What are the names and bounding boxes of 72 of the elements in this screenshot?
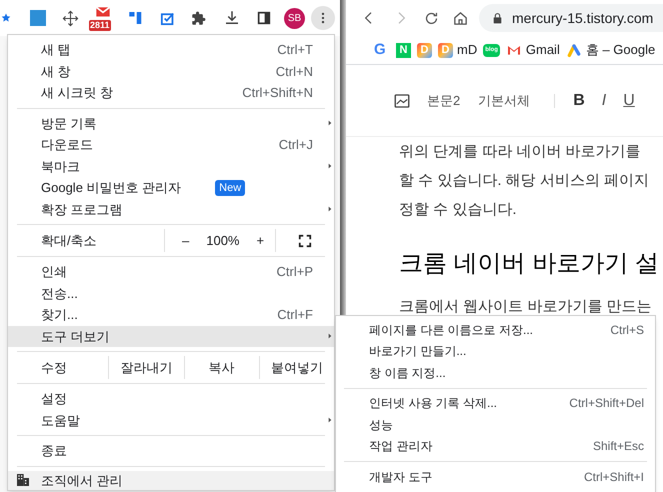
menu-item[interactable]: 페이지를 다른 이름으로 저장... Ctrl+S (336, 319, 655, 340)
shortcut-text: Ctrl+F (277, 306, 313, 324)
bookmark-item[interactable]: G (374, 38, 390, 62)
managed-text: 조직에서 관리 (41, 472, 123, 490)
lock-icon (491, 12, 504, 24)
format-button[interactable]: U (623, 88, 635, 112)
section-heading: 크롬 네이버 바로가기 설 (399, 249, 660, 279)
move-icon[interactable] (62, 10, 79, 26)
menu-item[interactable]: 설정 (8, 388, 334, 410)
shortcut-text: Ctrl+J (278, 136, 313, 154)
menu-item[interactable]: 새 창 Ctrl+N (8, 60, 334, 82)
menu-item[interactable]: 종료 (8, 440, 334, 462)
side-panel-icon[interactable] (256, 10, 272, 26)
download-icon[interactable] (223, 9, 241, 27)
shortcut-text: Ctrl+S (610, 322, 644, 339)
more-menu-button[interactable] (311, 6, 335, 30)
menu-item[interactable]: 새 시크릿 창 Ctrl+Shift+N (8, 82, 334, 104)
font-dropdown[interactable]: 기본서체 (478, 90, 530, 110)
shortcut-text: Shift+Esc (592, 438, 644, 456)
shortcut-text: Ctrl+Shift+N (242, 84, 313, 102)
shortcut-text: Ctrl+P (276, 263, 313, 281)
zoom-level-text: 100% (206, 232, 240, 250)
address-bar[interactable]: mercury-15.tistory.com (479, 4, 663, 32)
mail-count-badge: 2811 (89, 20, 111, 31)
edit-action-button[interactable]: 잘라내기 (108, 356, 184, 379)
menu-item[interactable]: 도구 더보기 (8, 326, 334, 347)
menu-item[interactable]: 전송... (8, 282, 334, 304)
paragraph-style-dropdown[interactable]: 본문2 (427, 90, 460, 110)
menu-item[interactable]: 북마크 (8, 156, 334, 177)
menu-item[interactable]: 창 이름 지정... (336, 362, 655, 384)
zoom-in-button[interactable]: + (256, 230, 264, 250)
format-button[interactable]: B (573, 88, 585, 112)
menu-item[interactable]: 인터넷 사용 기록 삭제... Ctrl+Shift+Del (336, 392, 655, 414)
menu-item[interactable]: 확장 프로그램 (8, 198, 334, 220)
bookmark-item[interactable]: 홈 – Google (566, 40, 656, 60)
shortcut-text: Ctrl+N (276, 62, 313, 80)
zoom-out-button[interactable]: – (182, 230, 190, 250)
edit-label: 수정 (40, 358, 68, 377)
fullscreen-icon[interactable] (298, 234, 312, 248)
url-text: mercury-15.tistory.com (512, 8, 654, 28)
extensions-icon[interactable] (191, 10, 206, 26)
menu-item[interactable]: 작업 관리자 Shift+Esc (336, 436, 655, 457)
home-icon[interactable] (452, 10, 469, 26)
paragraph-text: 할 수 있습니다. 해당 서비스의 페이지 (399, 171, 650, 191)
paragraph-text: 정할 수 있습니다. (399, 200, 518, 220)
menu-item[interactable]: 바로가기 만들기... (336, 340, 655, 362)
shortcut-text: Ctrl+T (277, 41, 313, 59)
format-button[interactable]: I (602, 88, 606, 112)
menu-item[interactable]: 개발자 도구 Ctrl+Shift+I (336, 466, 655, 488)
menu-item[interactable]: 인쇄 Ctrl+P (8, 261, 334, 282)
menu-item[interactable]: Google 비밀번호 관리자 New (8, 177, 334, 198)
menu-item[interactable]: 방문 기록 (8, 112, 334, 134)
edit-action-button[interactable]: 복사 (184, 356, 259, 379)
bookmark-item[interactable]: Gmail (506, 40, 560, 60)
menu-item[interactable]: 찾기... Ctrl+F (8, 304, 334, 326)
zoom-label: 확대/축소 (40, 232, 98, 250)
shortcut-text: Ctrl+Shift+Del (569, 395, 644, 412)
menu-item[interactable]: 도움말 (8, 410, 334, 431)
new-badge: New (215, 180, 246, 196)
profile-avatar[interactable]: SB (284, 8, 305, 28)
building-icon (15, 472, 31, 488)
star-icon[interactable] (0, 12, 12, 24)
shortcut-text: Ctrl+Shift+I (584, 468, 644, 486)
menu-item[interactable]: 성능 (336, 414, 655, 436)
bookmark-item[interactable]: D mD (438, 40, 478, 60)
edit-action-button[interactable]: 붙여넣기 (258, 356, 334, 379)
menu-item[interactable]: 다운로드 Ctrl+J (8, 134, 334, 156)
image-icon[interactable] (393, 92, 411, 110)
ads-icon (566, 42, 582, 58)
paragraph-text: 크롬에서 웹사이트 바로가기를 만드는 (399, 297, 653, 317)
paragraph-text: 위의 단계를 따라 네이버 바로가기를 (399, 142, 642, 162)
menu-item[interactable]: 새 탭 Ctrl+T (8, 39, 334, 60)
